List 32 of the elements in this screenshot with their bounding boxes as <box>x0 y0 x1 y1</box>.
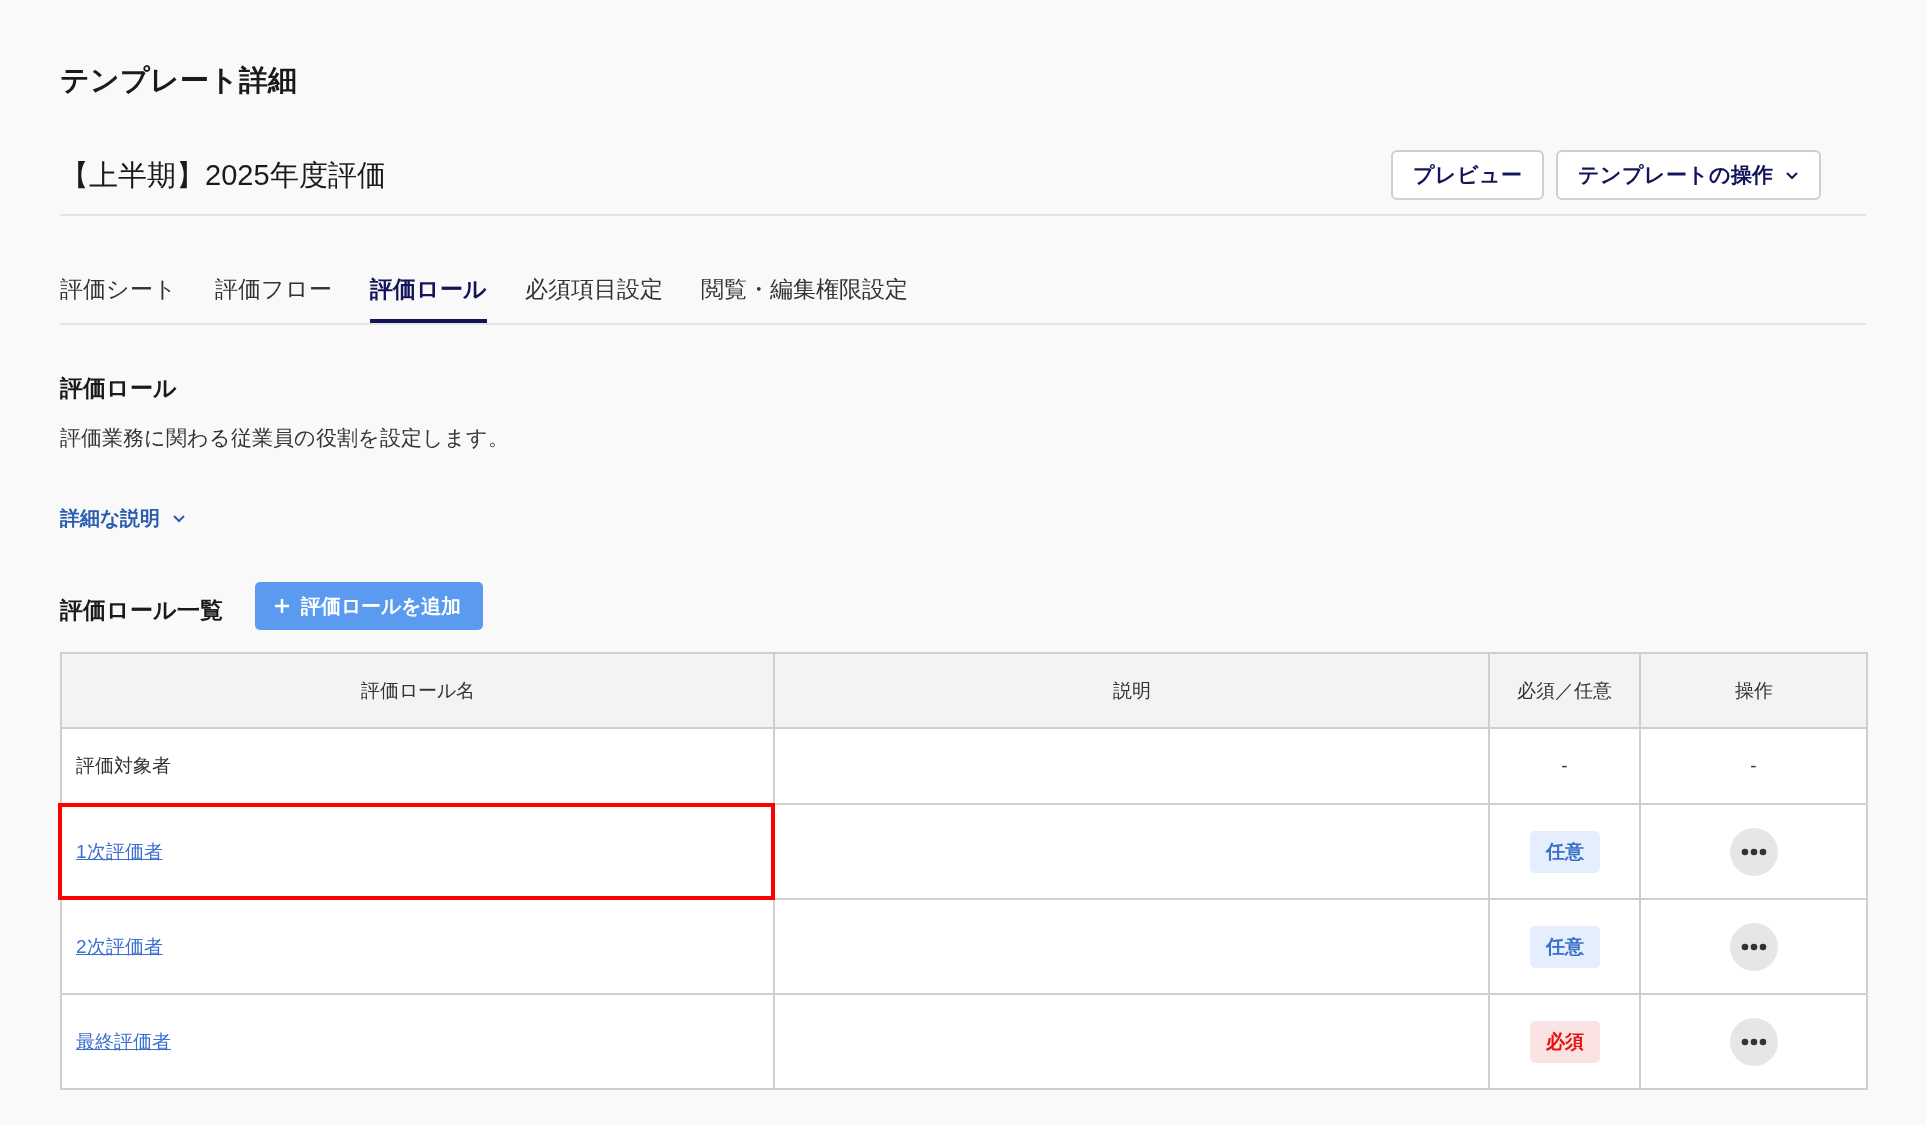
empty-value: - <box>1561 755 1568 776</box>
list-title: 評価ロール一覧 <box>60 595 223 625</box>
column-header: 必須／任意 <box>1489 653 1640 728</box>
ellipsis-icon <box>1740 942 1767 951</box>
preview-button[interactable]: プレビュー <box>1391 150 1544 200</box>
section-title: 評価ロール <box>60 374 178 403</box>
column-header: 説明 <box>774 653 1489 728</box>
requirement-badge: 任意 <box>1529 925 1600 968</box>
column-header: 操作 <box>1640 653 1867 728</box>
template-name: 【上半期】2025年度評価 <box>60 158 386 193</box>
ellipsis-icon <box>1740 1037 1767 1046</box>
ellipsis-icon <box>1740 847 1767 856</box>
role-name-link[interactable]: 1次評価者 <box>76 840 163 862</box>
requirement-badge: 必須 <box>1529 1020 1600 1063</box>
tab[interactable]: 評価フロー <box>215 274 332 323</box>
tab[interactable]: 必須項目設定 <box>525 274 663 323</box>
empty-value: - <box>1750 755 1757 776</box>
table-cell: 評価対象者 <box>61 728 774 804</box>
tab[interactable]: 評価ロール <box>370 274 487 323</box>
role-name-link[interactable]: 2次評価者 <box>76 935 163 957</box>
page-title: テンプレート詳細 <box>60 63 298 98</box>
role-name-link[interactable]: 最終評価者 <box>76 1030 171 1052</box>
tab[interactable]: 評価シート <box>60 274 177 323</box>
details-toggle-link[interactable]: 詳細な説明 <box>60 505 186 532</box>
section-description: 評価業務に関わる従業員の役割を設定します。 <box>60 425 510 451</box>
column-header: 評価ロール名 <box>61 653 774 728</box>
chevron-down-icon <box>172 514 186 523</box>
plus-icon <box>273 597 291 615</box>
tab[interactable]: 閲覧・編集権限設定 <box>701 274 908 323</box>
template-actions-dropdown[interactable]: テンプレートの操作 <box>1556 150 1821 200</box>
requirement-badge: 任意 <box>1529 830 1600 873</box>
chevron-down-icon <box>1785 170 1799 180</box>
